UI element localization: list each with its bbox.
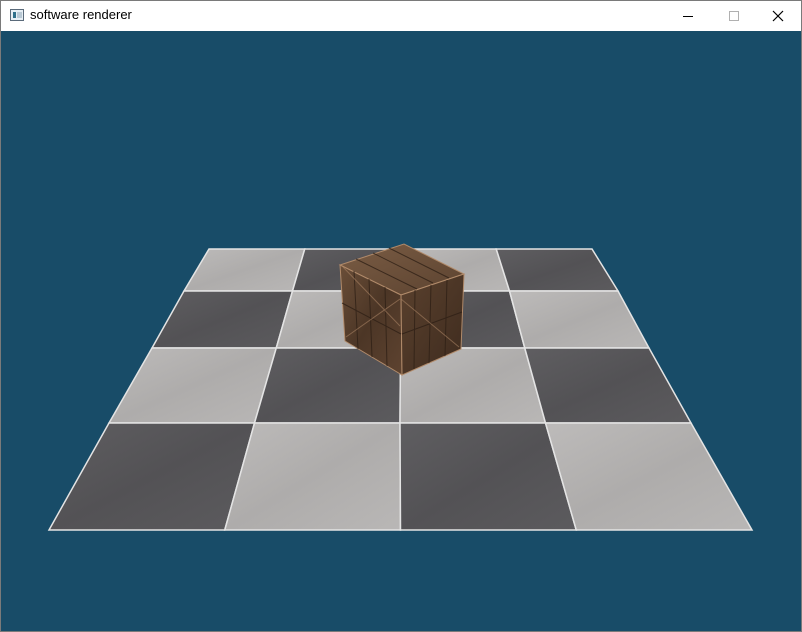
- minimize-icon: [683, 16, 693, 17]
- close-button[interactable]: [755, 1, 801, 31]
- floor-tile-light: [107, 347, 278, 424]
- floor-tile-dark: [495, 248, 620, 292]
- window-title: software renderer: [30, 7, 132, 22]
- render-viewport[interactable]: [1, 31, 801, 631]
- minimize-button[interactable]: [665, 1, 711, 31]
- floor-tile-light: [508, 290, 651, 349]
- title-bar[interactable]: software renderer: [1, 1, 801, 31]
- floor-tile-dark: [150, 290, 294, 349]
- floor-tile-light: [223, 422, 402, 531]
- floor-tile-light: [182, 248, 306, 292]
- floor-tile-dark: [523, 347, 693, 424]
- floor-tile-light: [544, 422, 754, 531]
- maximize-icon: [729, 11, 739, 21]
- floor-tile-dark: [47, 422, 256, 531]
- app-icon: [10, 9, 24, 21]
- app-window: software renderer: [0, 0, 802, 632]
- maximize-button[interactable]: [711, 1, 757, 31]
- scene-canvas: [47, 243, 754, 531]
- close-icon: [772, 10, 784, 22]
